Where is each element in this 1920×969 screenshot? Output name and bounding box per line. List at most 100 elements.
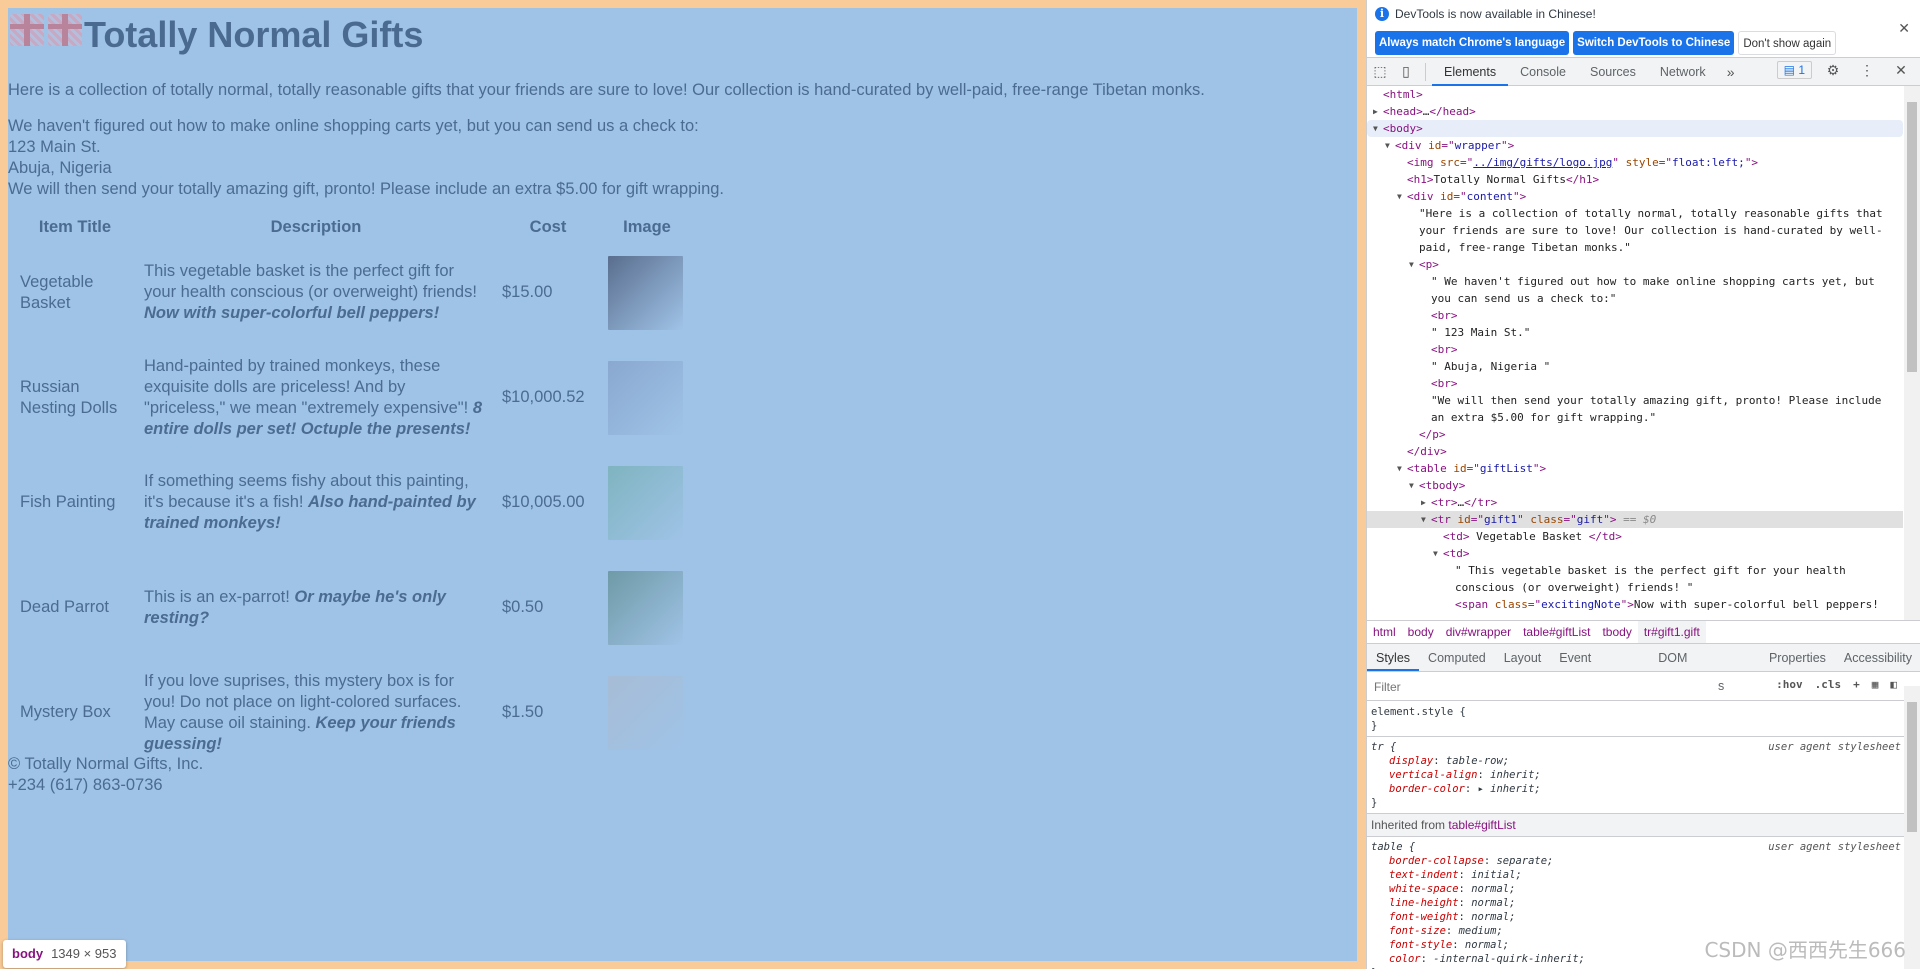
dom-node[interactable]: <br> [1367,307,1903,324]
breadcrumb-item[interactable]: tr#gift1.gift [1637,621,1706,643]
css-property[interactable]: border-collapse: separate; [1371,854,1901,868]
info-icon: i [1375,7,1389,21]
switch-to-chinese-button[interactable]: Switch DevTools to Chinese [1573,31,1735,55]
dom-node[interactable]: " This vegetable basket is the perfect g… [1367,562,1903,596]
infobar-message: DevTools is now available in Chinese! [1395,7,1596,21]
dom-token: =" [1441,139,1455,152]
dom-token: float:left; [1671,156,1745,169]
dom-node[interactable]: <html> [1367,86,1903,103]
dom-node[interactable]: <br> [1367,375,1903,392]
header-image: Image [623,218,671,236]
caret-down-icon[interactable]: ▼ [1433,545,1438,562]
dom-token: == $0 [1616,513,1657,526]
dont-show-again-button[interactable]: Don't show again [1738,31,1837,55]
dom-node[interactable]: </p> [1367,426,1903,443]
tab-properties[interactable]: Properties [1760,644,1835,671]
caret-down-icon[interactable]: ▼ [1409,256,1414,273]
css-property[interactable]: border-color: ▸ inherit; [1371,782,1901,796]
dom-node[interactable]: ▼ <tbody> [1367,477,1903,494]
dom-node[interactable]: ▶ <head>…</head> [1367,103,1903,120]
new-rule-button[interactable]: + [1853,678,1860,691]
css-property[interactable]: white-space: normal; [1371,882,1901,896]
property-value: normal; [1471,911,1516,923]
dom-token: </td> [1588,530,1622,543]
dom-token: content [1466,190,1513,203]
caret-down-icon[interactable]: ▼ [1397,460,1402,477]
dom-node[interactable]: ▼ <div id="content"> [1367,188,1903,205]
css-property[interactable]: vertical-align: inherit; [1371,768,1901,782]
caret-right-icon[interactable]: ▶ [1373,103,1378,120]
hov-toggle[interactable]: :hov [1776,678,1803,691]
dom-node[interactable]: "We will then send your totally amazing … [1367,392,1903,426]
styles-filter-input[interactable] [1370,676,1718,697]
close-devtools-icon[interactable]: ✕ [1888,62,1914,79]
dom-scrollbar[interactable] [1904,86,1920,620]
tab-styles[interactable]: Styles [1367,644,1420,671]
inherited-from[interactable]: table#giftList [1448,818,1515,832]
property-value: initial; [1471,869,1522,881]
dom-node[interactable]: ▼ <table id="giftList"> [1367,460,1903,477]
caret-right-icon[interactable]: ▶ [1421,494,1426,511]
dom-token: id [1453,462,1467,475]
css-property[interactable]: text-indent: initial; [1371,868,1901,882]
dom-tree[interactable]: <html> ▶ <head>…</head> ▼ <body> ▼ <div id="wr… [1367,86,1903,620]
tab-accessibility[interactable]: Accessibility [1835,644,1920,671]
dom-token: <tr> [1431,496,1458,509]
address-city: Abuja, Nigeria [8,159,112,177]
breadcrumb-item[interactable]: tbody [1596,621,1637,643]
dom-node[interactable]: "Here is a collection of totally normal,… [1367,205,1903,256]
dom-node[interactable]: " We haven't figured out how to make onl… [1367,273,1903,307]
dom-node[interactable]: " Abuja, Nigeria " [1367,358,1903,375]
css-property[interactable]: display: table-row; [1371,754,1901,768]
sidebar-toggle-icon[interactable]: ◧ [1890,678,1897,691]
css-property[interactable]: line-height: normal; [1371,896,1901,910]
tab-network[interactable]: Network [1648,58,1718,86]
caret-down-icon[interactable]: ▼ [1421,511,1426,528]
dom-node[interactable]: ▼ <td> [1367,545,1903,562]
tab-event-listeners[interactable]: Event Listeners [1550,644,1649,693]
tab-sources[interactable]: Sources [1578,58,1648,86]
dom-node[interactable]: </div> [1367,443,1903,460]
breadcrumb-item[interactable]: table#giftList [1517,621,1596,643]
dom-node[interactable]: <span class="excitingNote">Now with supe… [1367,596,1903,613]
dom-node[interactable]: ▼ <div id="wrapper"> [1367,137,1903,154]
dom-node[interactable]: ▼ <body> [1367,120,1903,137]
dom-token: Totally Normal Gifts [1433,173,1566,186]
dom-token: <body> [1383,122,1423,135]
tab-elements[interactable]: Elements [1432,58,1509,86]
breadcrumb-item[interactable]: div#wrapper [1440,621,1517,643]
more-tabs-icon[interactable]: » [1718,64,1744,80]
breadcrumb-item[interactable]: body [1402,621,1440,643]
device-toggle-icon[interactable]: ▯ [1393,63,1419,80]
styles-scrollbar[interactable] [1904,686,1920,969]
dom-node[interactable]: " 123 Main St." [1367,324,1903,341]
gear-icon[interactable]: ⚙ [1820,62,1846,79]
more-options-icon[interactable]: ⋮ [1854,62,1880,79]
styles-tabs: StylesComputedLayoutEvent ListenersDOM B… [1367,643,1920,693]
caret-down-icon[interactable]: ▼ [1373,120,1378,137]
caret-down-icon[interactable]: ▼ [1397,188,1402,205]
dom-node[interactable]: ▼ <p> [1367,256,1903,273]
tab-dom-breakpoints[interactable]: DOM Breakpoints [1649,644,1760,693]
caret-down-icon[interactable]: ▼ [1385,137,1390,154]
dom-node[interactable]: <td> Vegetable Basket </td> [1367,528,1903,545]
tab-computed[interactable]: Computed [1419,644,1495,671]
dom-node[interactable]: ▶ <tr>…</tr> [1367,494,1903,511]
page-title: Totally Normal Gifts [84,14,424,55]
breadcrumb-item[interactable]: html [1367,621,1402,643]
dom-node[interactable]: <br> [1367,341,1903,358]
cls-toggle[interactable]: .cls [1815,678,1842,691]
inspect-element-icon[interactable]: ⬚ [1367,63,1393,80]
close-infobar-icon[interactable]: ✕ [1898,20,1910,37]
always-match-language-button[interactable]: Always match Chrome's language [1375,31,1570,55]
tab-console[interactable]: Console [1508,58,1578,86]
dom-node[interactable]: <img src="../img/gifts/logo.jpg" style="… [1367,154,1903,171]
dom-node[interactable]: <h1>Totally Normal Gifts</h1> [1367,171,1903,188]
caret-down-icon[interactable]: ▼ [1409,477,1414,494]
paint-icon[interactable]: ▦ [1872,678,1879,691]
dom-token: <div [1395,139,1429,152]
css-property[interactable]: font-weight: normal; [1371,910,1901,924]
issues-button[interactable]: ▤ 1 [1776,61,1812,79]
dom-node[interactable]: ▼ <tr id="gift1" class="gift"> == $0 [1367,511,1903,528]
tab-layout[interactable]: Layout [1495,644,1551,671]
